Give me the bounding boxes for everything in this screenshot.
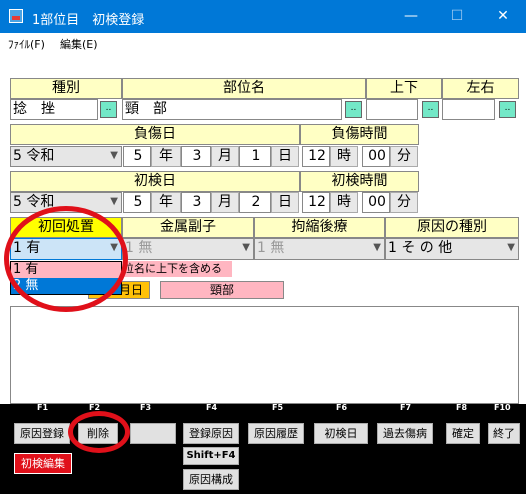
injury-month-label: 月 [211, 146, 239, 167]
highlight-circle-delete [68, 411, 130, 453]
injury-era-value: 5 令和 [13, 148, 55, 164]
cause-composition-button[interactable]: 原因構成 [183, 469, 239, 490]
first-edit-button[interactable]: 初検編集 [14, 453, 72, 474]
header-kind: 種別 [10, 78, 122, 99]
first-hour-field[interactable]: 12 [302, 192, 330, 213]
close-button[interactable]: ✕ [480, 0, 526, 33]
part-lookup-button[interactable]: .. [345, 101, 362, 118]
injury-year-field[interactable]: 5 [123, 146, 151, 167]
updown-lookup-button[interactable]: .. [422, 101, 439, 118]
injury-hour-field[interactable]: 12 [302, 146, 330, 167]
chevron-down-icon: ▼ [242, 242, 250, 253]
injury-day-label: 日 [271, 146, 299, 167]
kind-lookup-button[interactable]: .. [100, 101, 117, 118]
first-day-label: 日 [271, 192, 299, 213]
chevron-down-icon: ▼ [373, 242, 381, 253]
end-button[interactable]: 終了 [488, 423, 520, 444]
injury-year-label: 年 [151, 146, 181, 167]
shift-f4-label: Shift+F4 [183, 447, 239, 465]
fkey-label-f8: F8 [456, 403, 468, 412]
chevron-down-icon: ▼ [507, 242, 515, 253]
chevron-down-icon: ▼ [110, 150, 118, 161]
maximize-button[interactable]: ☐ [434, 0, 480, 33]
header-cause-kind: 原因の種別 [385, 217, 519, 238]
first-year-label: 年 [151, 192, 181, 213]
header-injury-date: 負傷日 [10, 124, 300, 145]
menu-file[interactable]: ﾌｧｲﾙ(F) [8, 36, 45, 52]
injury-month-field[interactable]: 3 [181, 146, 211, 167]
header-leftright: 左右 [442, 78, 519, 99]
cause-value: 1 そ の 他 [388, 240, 453, 256]
first-year-field[interactable]: 5 [123, 192, 151, 213]
part-indicator: 頸部 [160, 281, 284, 299]
register-cause-button[interactable]: 登録原因 [183, 423, 239, 444]
injury-hour-label: 時 [330, 146, 358, 167]
header-injury-time: 負傷時間 [300, 124, 419, 145]
f3-button[interactable] [130, 423, 176, 444]
header-updown: 上下 [366, 78, 442, 99]
first-month-label: 月 [211, 192, 239, 213]
cause-register-button[interactable]: 原因登録 [14, 423, 70, 444]
include-updown-option[interactable]: 位名に上下を含める [122, 261, 232, 277]
minimize-button[interactable]: — [388, 0, 434, 33]
fkey-label-f5: F5 [272, 403, 284, 412]
first-day-field[interactable]: 2 [239, 192, 271, 213]
fkey-label-f10: F10 [494, 403, 511, 412]
leftright-field[interactable] [442, 99, 495, 120]
first-min-label: 分 [390, 192, 418, 213]
notes-area[interactable] [10, 306, 519, 404]
contracture-select[interactable]: 1 無 ▼ [254, 238, 385, 260]
metal-value: 1 無 [125, 240, 153, 256]
first-month-field[interactable]: 3 [181, 192, 211, 213]
first-min-field[interactable]: 00 [362, 192, 390, 213]
metal-select[interactable]: 1 無 ▼ [122, 238, 254, 260]
menu-bar: ﾌｧｲﾙ(F) 編集(E) [0, 33, 526, 52]
fkey-label-f7: F7 [400, 403, 412, 412]
injury-min-label: 分 [390, 146, 418, 167]
injury-day-field[interactable]: 1 [239, 146, 271, 167]
first-date-button[interactable]: 初検日 [314, 423, 368, 444]
header-metal: 金属副子 [122, 217, 254, 238]
injury-era-select[interactable]: 5 令和 ▼ [10, 146, 122, 167]
fkey-label-f6: F6 [336, 403, 348, 412]
updown-field[interactable] [366, 99, 418, 120]
contracture-value: 1 無 [257, 240, 285, 256]
highlight-circle-dropdown [4, 206, 128, 312]
header-first-time: 初検時間 [300, 171, 419, 192]
title-bar: 1部位目 初検登録 — ☐ ✕ [0, 0, 526, 33]
leftright-lookup-button[interactable]: .. [499, 101, 516, 118]
menu-edit[interactable]: 編集(E) [60, 36, 98, 52]
app-icon [9, 9, 23, 23]
cause-history-button[interactable]: 原因履歴 [248, 423, 304, 444]
header-contracture: 拘縮後療 [254, 217, 385, 238]
fkey-label-f4: F4 [206, 403, 218, 412]
window-title: 1部位目 初検登録 [32, 13, 145, 28]
past-injury-button[interactable]: 過去傷病 [377, 423, 433, 444]
confirm-button[interactable]: 確定 [446, 423, 480, 444]
fkey-label-f3: F3 [140, 403, 152, 412]
injury-min-field[interactable]: 00 [362, 146, 390, 167]
part-name-field[interactable]: 頸 部 [122, 99, 342, 120]
chevron-down-icon: ▼ [110, 196, 118, 207]
header-part-name: 部位名 [122, 78, 366, 99]
header-first-date: 初検日 [10, 171, 300, 192]
fkey-label-f1: F1 [37, 403, 49, 412]
first-hour-label: 時 [330, 192, 358, 213]
kind-field[interactable]: 捻 挫 [10, 99, 98, 120]
cause-select[interactable]: 1 そ の 他 ▼ [385, 238, 519, 260]
